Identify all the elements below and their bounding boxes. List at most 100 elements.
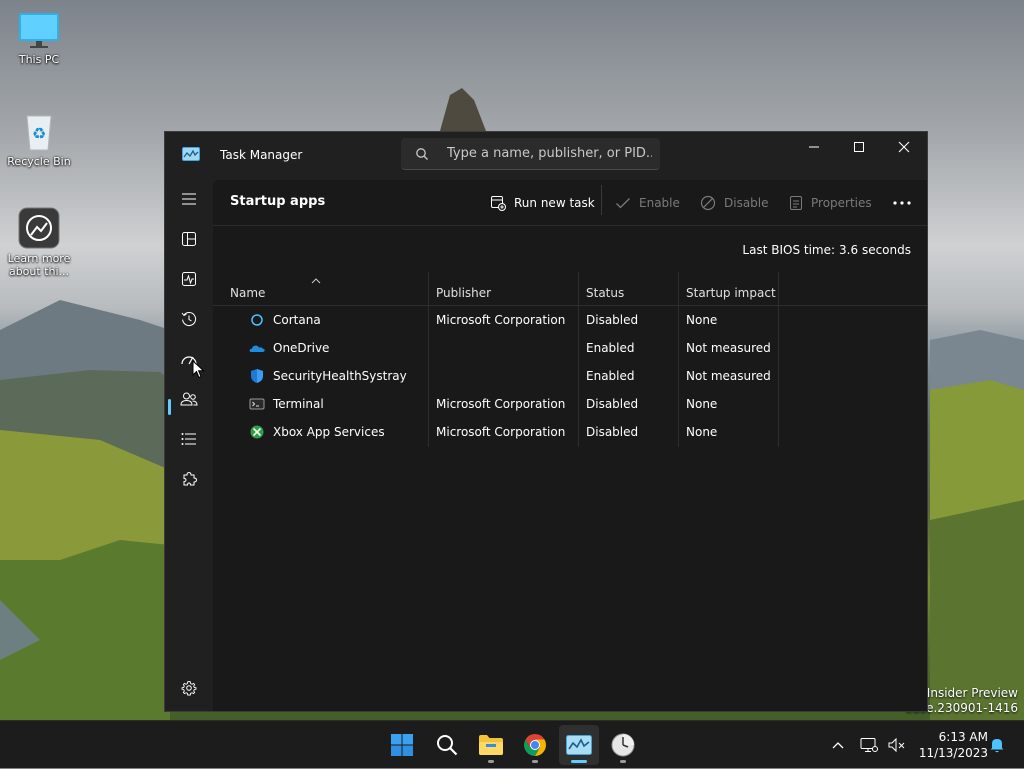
column-header-name[interactable]: Name [230,286,265,300]
cell-publisher: Microsoft Corporation [436,425,566,439]
cell-status: Disabled [586,313,639,327]
table-row[interactable]: SecurityHealthSystray Enabled Not measur… [213,362,927,390]
maximize-button[interactable] [836,132,882,162]
enable-label: Enable [639,196,680,210]
cell-impact: None [686,397,718,411]
cell-status: Disabled [586,397,639,411]
cell-name: SecurityHealthSystray [273,369,407,383]
cell-publisher: Microsoft Corporation [436,313,566,327]
taskbar-task-manager[interactable] [559,725,599,765]
network-status-button[interactable] [856,721,882,769]
chevron-up-icon [832,742,844,749]
taskbar-search-button[interactable] [427,725,467,765]
minimize-button[interactable] [791,132,837,162]
desktop-icon-this-pc[interactable]: This PC [1,10,77,66]
task-manager-window: Task Manager Type a name, publisher, or … [164,131,928,712]
table-row[interactable]: Xbox App Services Microsoft Corporation … [213,418,927,446]
processes-icon [182,232,196,246]
volume-button[interactable] [884,721,910,769]
search-input[interactable] [447,144,652,162]
run-new-task-label: Run new task [514,196,595,210]
desktop-icon-label: Learn more [7,252,71,265]
command-separator [601,185,602,215]
cell-name: OneDrive [273,341,330,355]
header-divider [213,225,927,226]
nav-details[interactable] [169,422,209,456]
run-new-task-button[interactable]: Run new task [490,190,595,216]
notifications-button[interactable] [986,721,1008,769]
cell-impact: None [686,313,718,327]
taskbar-file-explorer[interactable] [471,725,511,765]
disable-button[interactable]: Disable [700,190,769,216]
sort-ascending-icon [311,278,321,284]
folder-icon [479,735,503,755]
desktop-icon-label: Recycle Bin [7,155,71,168]
taskbar: 6:13 AM 11/13/2023 [0,720,1024,768]
nav-hamburger-menu[interactable] [169,182,209,216]
terminal-icon [249,398,265,410]
cell-publisher: Microsoft Corporation [436,397,566,411]
taskbar-chrome[interactable] [515,725,555,765]
nav-app-history[interactable] [169,302,209,336]
desktop-icon-label: This PC [18,53,60,66]
desktop-icon-learn-more[interactable]: Learn more about thi... [1,207,77,278]
search-box[interactable] [401,138,660,170]
recycle-bin-icon: ♻ [26,115,52,151]
search-icon [437,735,458,756]
column-header-startup-impact[interactable]: Startup impact [686,286,776,300]
title-bar[interactable]: Task Manager [165,132,927,180]
checkmark-icon [616,198,630,209]
running-indicator [620,760,626,763]
running-indicator [571,760,587,763]
chrome-icon [524,734,546,756]
close-icon [898,141,910,153]
bell-icon [990,739,1004,753]
nav-processes[interactable] [169,222,209,256]
users-icon [180,392,198,406]
nav-users[interactable] [169,382,209,416]
history-icon [181,312,197,326]
gear-icon [181,681,197,696]
learn-more-icon [18,207,60,249]
cell-impact: None [686,425,718,439]
table-row[interactable]: Cortana Microsoft Corporation Disabled N… [213,306,927,334]
column-header-publisher[interactable]: Publisher [436,286,491,300]
taskbar-clock-app[interactable] [603,725,643,765]
desktop-icon-recycle-bin[interactable]: ♻ Recycle Bin [1,110,77,168]
table-row[interactable]: OneDrive Enabled Not measured [213,334,927,362]
cell-name: Xbox App Services [273,425,385,439]
nav-performance[interactable] [169,262,209,296]
properties-icon [790,196,802,210]
more-icon [893,201,911,205]
disable-label: Disable [724,196,769,210]
cell-status: Enabled [586,341,635,355]
more-options-button[interactable] [893,190,911,216]
search-icon [416,148,428,160]
show-hidden-icons-button[interactable] [826,721,850,769]
network-icon [860,738,878,752]
cell-status: Disabled [586,425,639,439]
properties-label: Properties [811,196,872,210]
bios-label: Last BIOS time: [742,243,836,257]
page-title: Startup apps [230,194,326,209]
this-pc-icon [19,13,59,48]
column-header-status[interactable]: Status [586,286,624,300]
mouse-cursor [192,360,205,379]
enable-button[interactable]: Enable [615,190,680,216]
properties-button[interactable]: Properties [789,190,872,216]
window-title: Task Manager [220,148,303,162]
maximize-icon [854,142,864,152]
svg-text:♻: ♻ [32,124,46,143]
table-row[interactable]: Terminal Microsoft Corporation Disabled … [213,390,927,418]
last-bios-time: Last BIOS time: 3.6 seconds [738,243,911,257]
minimize-icon [809,146,819,148]
volume-muted-icon [888,737,905,753]
taskbar-clock[interactable]: 6:13 AM 11/13/2023 [912,729,988,761]
cell-name: Terminal [273,397,324,411]
start-button[interactable] [382,725,422,765]
cell-name: Cortana [273,313,321,327]
nav-services[interactable] [169,462,209,496]
startup-apps-pane: Startup apps Run new task Enable Disable… [213,180,927,711]
close-button[interactable] [881,132,927,162]
nav-settings[interactable] [169,671,209,705]
